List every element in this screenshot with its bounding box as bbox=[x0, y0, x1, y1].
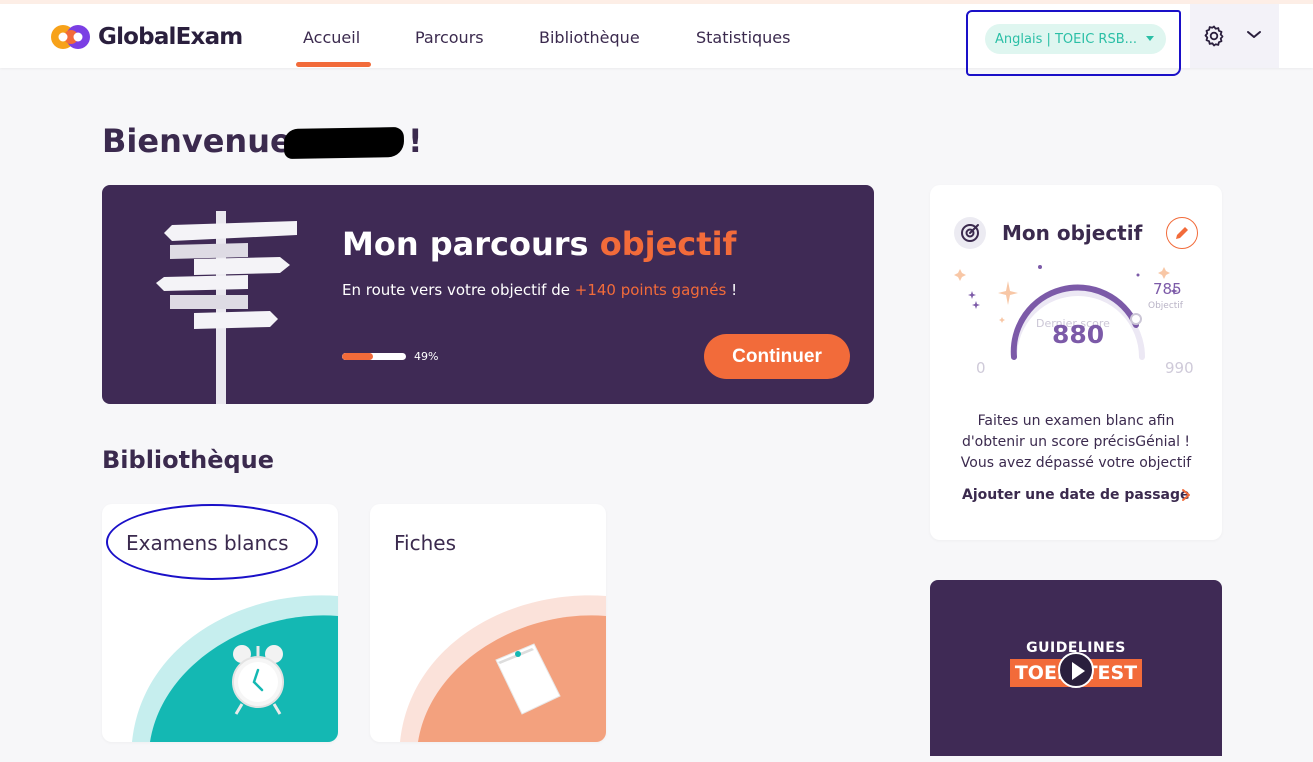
nav-active-indicator bbox=[296, 62, 371, 67]
pencil-icon bbox=[1176, 227, 1188, 239]
chevron-right-icon[interactable] bbox=[1180, 488, 1192, 502]
objective-label: Objectif bbox=[1148, 301, 1183, 311]
target-icon bbox=[954, 217, 986, 249]
annotation-ellipse bbox=[106, 504, 318, 580]
video-card[interactable]: GUIDELINES TOEIC TEST bbox=[930, 580, 1222, 756]
progress-bar bbox=[342, 353, 406, 360]
goal-message: Faites un examen blanc afin d'obtenir un… bbox=[960, 413, 1192, 471]
hero-title-accent: objectif bbox=[599, 225, 737, 263]
gauge-min: 0 bbox=[976, 359, 986, 377]
brand-name: GlobalExam bbox=[98, 24, 243, 50]
hero-title: Mon parcours objectif bbox=[342, 225, 736, 263]
progress-label: 49% bbox=[414, 350, 439, 363]
objective-value: 785 bbox=[1153, 280, 1182, 298]
gauge-max: 990 bbox=[1165, 359, 1194, 377]
edit-goal-button[interactable] bbox=[1166, 217, 1198, 249]
alarm-clock-icon bbox=[232, 645, 284, 715]
goal-card: Mon objectif 0 990 Dernier score 880 785… bbox=[930, 185, 1222, 540]
nav-statistiques[interactable]: Statistiques bbox=[696, 28, 790, 47]
goal-title: Mon objectif bbox=[1002, 221, 1143, 245]
hero-subtitle: En route vers votre objectif de +140 poi… bbox=[342, 281, 737, 299]
library-card-fiches[interactable]: Fiches bbox=[370, 504, 606, 742]
signpost-illustration bbox=[156, 211, 297, 404]
brand-logo[interactable]: GlobalExam bbox=[50, 22, 243, 52]
add-exam-date-link[interactable]: Ajouter une date de passage bbox=[962, 487, 1190, 503]
library-heading: Bibliothèque bbox=[102, 446, 275, 474]
globalexam-logo-icon bbox=[51, 25, 90, 49]
last-score-value: 880 bbox=[1052, 320, 1105, 349]
continue-button[interactable]: Continuer bbox=[704, 334, 850, 379]
chevron-down-icon[interactable] bbox=[1245, 28, 1263, 42]
welcome-heading: Bienvenue bbox=[102, 122, 292, 160]
hero-subtitle-prefix: En route vers votre objectif de bbox=[342, 281, 570, 299]
nav-bibliotheque[interactable]: Bibliothèque bbox=[539, 28, 640, 47]
progress-fill bbox=[342, 353, 374, 360]
annotation-rectangle bbox=[966, 10, 1181, 76]
redaction-mark bbox=[283, 126, 405, 160]
welcome-exclamation: ! bbox=[408, 122, 423, 160]
play-icon[interactable] bbox=[1058, 652, 1094, 688]
hero-subtitle-accent: +140 points gagnés bbox=[574, 281, 727, 299]
hero-title-prefix: Mon parcours bbox=[342, 225, 589, 263]
hero-banner: Mon parcours objectif En route vers votr… bbox=[102, 185, 874, 404]
hero-subtitle-suffix: ! bbox=[731, 281, 738, 299]
gear-icon[interactable] bbox=[1202, 24, 1226, 48]
nav-accueil[interactable]: Accueil bbox=[303, 28, 360, 47]
nav-parcours[interactable]: Parcours bbox=[415, 28, 484, 47]
salmon-arc-decoration bbox=[400, 595, 606, 742]
note-paper-icon bbox=[495, 643, 561, 715]
